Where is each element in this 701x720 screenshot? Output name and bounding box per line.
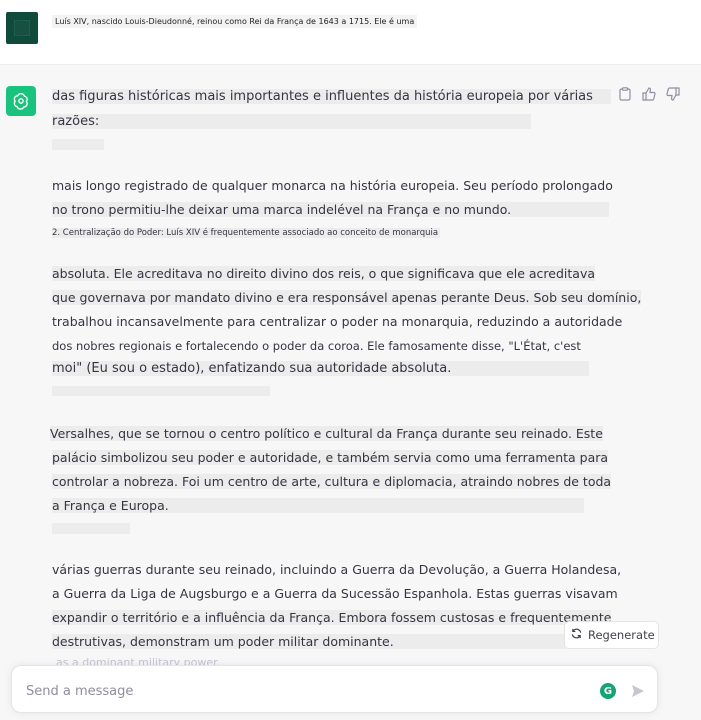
garbled-text-fragment: [52, 139, 104, 150]
response-line: absoluta. Ele acreditava no direito divi…: [52, 266, 596, 281]
response-line: razões:: [52, 114, 532, 129]
response-line: no trono permitiu-lhe deixar uma marca i…: [52, 202, 610, 217]
response-line: expandir o território e a influência da …: [52, 610, 612, 625]
response-line: das figuras históricas mais importantes …: [52, 89, 611, 104]
response-line: dos nobres regionais e fortalecendo o po…: [52, 339, 581, 353]
clipboard-icon[interactable]: [617, 86, 633, 102]
thumbs-up-icon[interactable]: [641, 86, 657, 102]
response-line: várias guerras durante seu reinado, incl…: [52, 562, 622, 577]
user-avatar: [6, 12, 38, 44]
response-line: destrutivas, demonstram um poder militar…: [52, 634, 594, 649]
response-line: a Guerra da Liga de Augsburgo e a Guerra…: [52, 586, 618, 601]
response-line: moi" (Eu sou o estado), enfatizando sua …: [52, 361, 590, 376]
message-actions: [617, 86, 681, 102]
response-line: a França e Europa.: [52, 498, 584, 513]
response-line: que governava por mandato divino e era r…: [52, 290, 642, 305]
garbled-text-fragment: [52, 523, 130, 534]
thumbs-down-icon[interactable]: [665, 86, 681, 102]
user-message-row: Luís XIV, nascido Louis-Dieudonné, reino…: [0, 0, 701, 65]
message-input[interactable]: [24, 679, 588, 703]
response-line: palácio simbolizou seu poder e autoridad…: [52, 450, 609, 465]
openai-logo-icon: [6, 86, 36, 116]
regenerate-label: Regenerate: [588, 628, 655, 642]
response-line: trabalhou incansavelmente para centraliz…: [52, 314, 623, 329]
user-message-text: Luís XIV, nascido Louis-Dieudonné, reino…: [52, 15, 418, 28]
grammarly-icon[interactable]: G: [600, 683, 616, 699]
message-composer: G: [11, 665, 658, 713]
garbled-text-fragment: [52, 386, 270, 396]
regenerate-button[interactable]: Regenerate: [564, 621, 659, 649]
send-icon[interactable]: [629, 682, 647, 700]
refresh-icon: [571, 628, 582, 642]
response-line: 2. Centralização do Poder: Luís XIV é fr…: [52, 228, 441, 238]
response-line: controlar a nobreza. Foi um centro de ar…: [52, 474, 612, 489]
response-line: mais longo registrado de qualquer monarc…: [52, 178, 613, 193]
response-line: Versalhes, que se tornou o centro políti…: [50, 426, 603, 441]
